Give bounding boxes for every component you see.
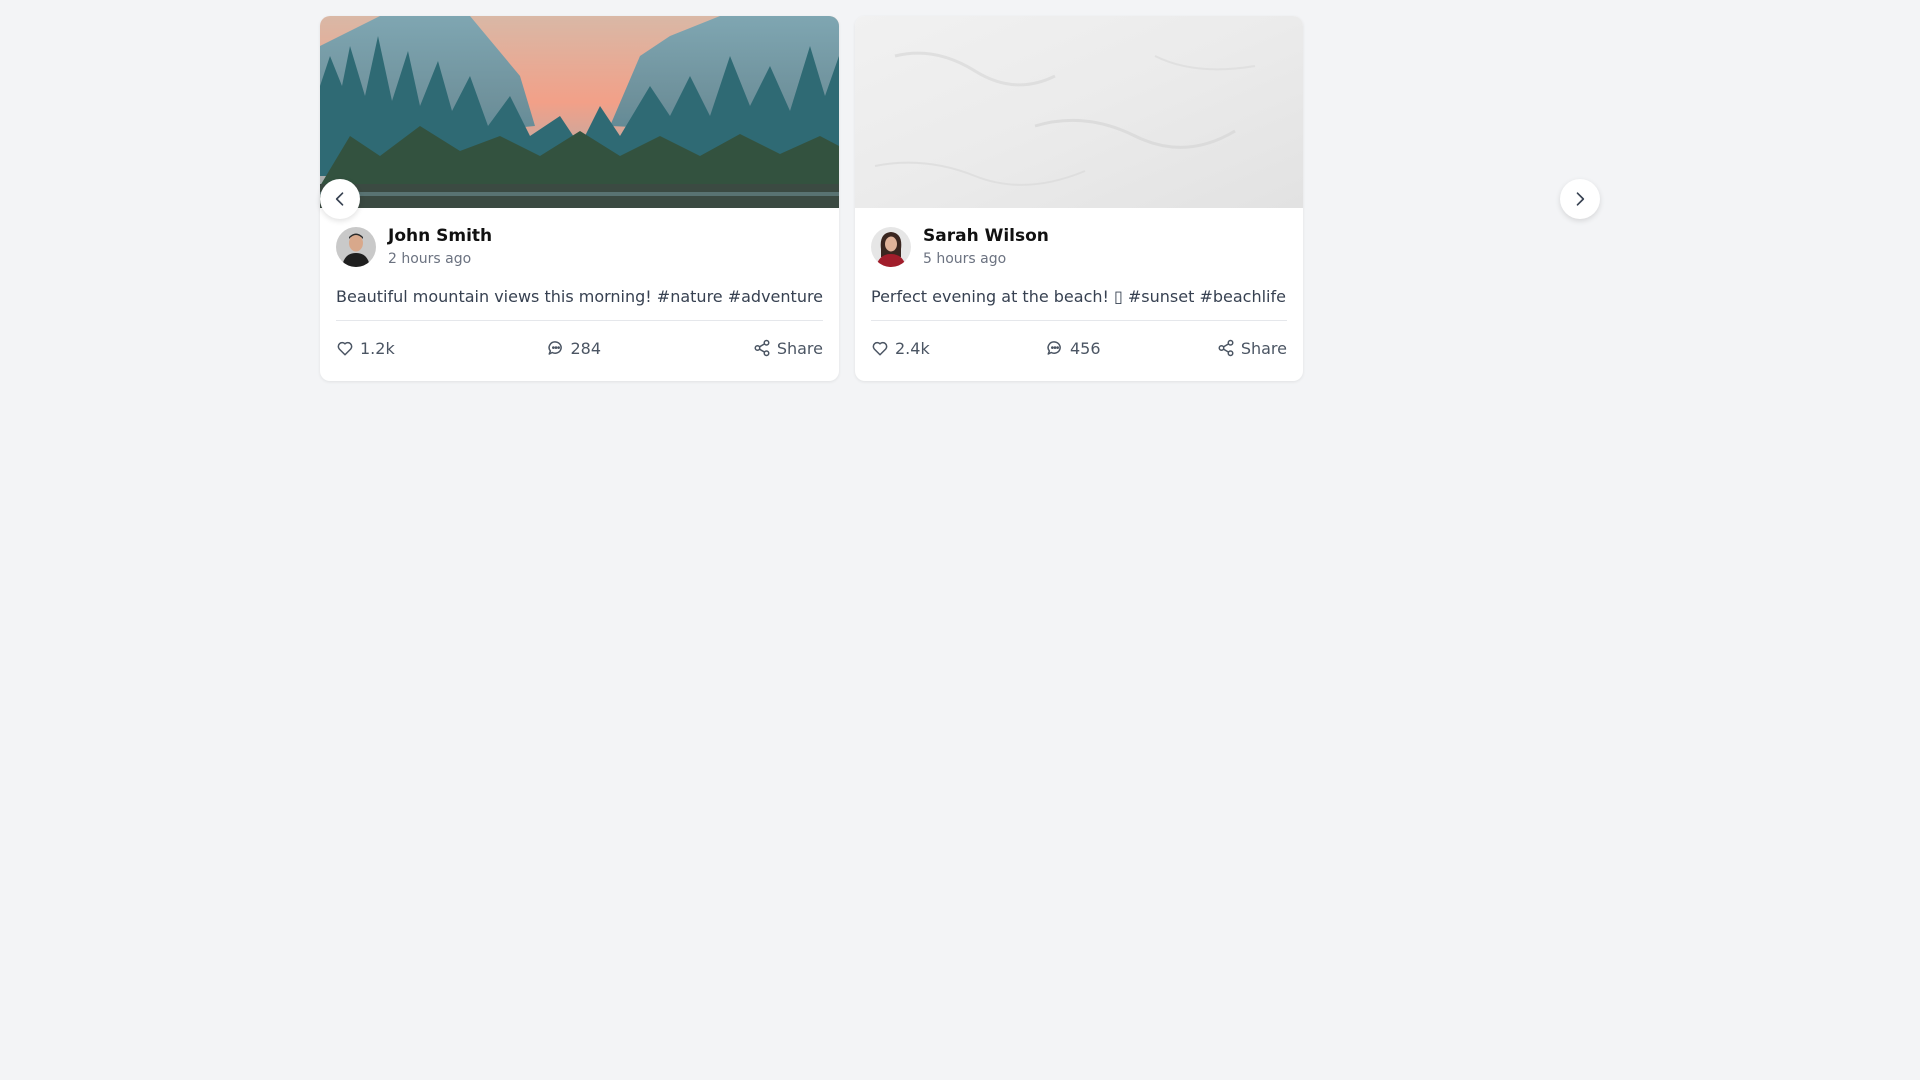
sand-texture-image [855,16,1303,208]
chevron-left-icon [335,192,344,206]
comment-icon [1047,341,1061,355]
share-label: Share [776,338,823,358]
carousel-next-button[interactable] [1560,179,1600,219]
comment-count: 284 [570,338,602,358]
post-header: John Smith 2 hours ago [336,218,823,276]
comment-button[interactable]: 456 [1046,339,1101,358]
like-count: 2.4k [895,338,930,358]
post-timestamp: 5 hours ago [923,251,1007,267]
user-avatar-icon [871,227,911,267]
post-card: Sarah Wilson 5 hours ago Perfect evening… [855,16,1303,381]
post-image [320,16,839,208]
share-button[interactable]: Share [753,339,823,358]
post-header: Sarah Wilson 5 hours ago [871,218,1287,276]
like-count: 1.2k [360,338,395,358]
post-caption: Beautiful mountain views this morning! #… [336,287,824,306]
comment-icon [547,341,562,355]
comment-button[interactable]: 284 [547,338,602,358]
share-icon [1218,339,1234,357]
avatar[interactable] [336,227,376,267]
post-actions: 2.4k 456 Share [871,321,1287,375]
share-button[interactable]: Share [1217,339,1287,358]
mountain-forest-image [320,16,839,208]
post-actions: 1.2k 284 Share [336,321,823,375]
post-timestamp: 2 hours ago [388,251,472,267]
like-button[interactable]: 2.4k [871,339,930,358]
chevron-right-icon [1576,192,1585,206]
author-name[interactable]: Sarah Wilson [923,225,1049,247]
post-card: John Smith 2 hours ago Beautiful mountai… [320,16,839,381]
post-image [855,16,1303,208]
user-avatar-icon [336,227,376,267]
heart-icon [337,341,353,356]
comment-count: 456 [1070,338,1101,358]
like-button[interactable]: 1.2k [336,339,395,358]
carousel-prev-button[interactable] [320,179,360,219]
author-name[interactable]: John Smith [388,225,492,247]
post-caption: Perfect evening at the beach! ▯ #sunset … [871,287,1286,306]
share-label: Share [1240,338,1287,358]
avatar[interactable] [871,227,911,267]
heart-icon [872,341,888,356]
share-icon [754,339,770,357]
